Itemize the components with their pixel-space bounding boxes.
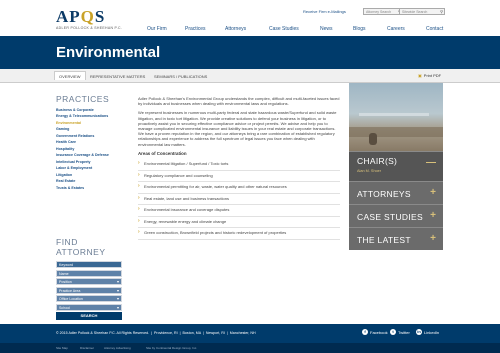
sidebar-item-trusts[interactable]: Trusts & Estates — [56, 186, 122, 190]
latest-panel[interactable]: THE LATEST + — [349, 227, 443, 250]
list-item: Green construction, Brownfield projects … — [138, 228, 340, 240]
sidebar-item-hospitality[interactable]: Hospitality — [56, 147, 122, 151]
list-item: Environmental insurance and coverage dis… — [138, 205, 340, 217]
list-item: Energy, renewable energy and climate cha… — [138, 217, 340, 229]
hero-photo — [349, 83, 443, 151]
position-select[interactable]: Position ▾ — [56, 278, 122, 285]
attorney-search-input[interactable]: Attorney Search⚲ — [363, 8, 403, 15]
print-pdf-button[interactable]: ▣ Print PDF — [418, 73, 441, 78]
receive-emails-link[interactable]: Receive Firm e-Mailings — [303, 9, 346, 14]
office-link[interactable]: Manchester, NH — [230, 331, 256, 335]
nav-blogs[interactable]: Blogs — [353, 26, 366, 32]
practices-sidebar: PRACTICES Business & Corporate Energy & … — [56, 94, 122, 192]
facebook-link[interactable]: f Facebook — [362, 329, 388, 335]
linkedin-icon: in — [416, 329, 422, 335]
nav-careers[interactable]: Careers — [387, 26, 405, 32]
practices-heading: PRACTICES — [56, 94, 110, 104]
site-credit-link[interactable]: Site by Continental Design Group, Inc. — [146, 346, 197, 350]
office-link[interactable]: Boston, MA — [183, 331, 201, 335]
chairs-title: CHAIR(S) — [357, 156, 398, 166]
areas-list: Environmental litigation / Superfund / T… — [138, 159, 340, 240]
find-attorney: FIND ATTORNEY Keyword Name Position ▾ Pra… — [56, 237, 122, 320]
list-item: Environmental permitting for air, waste,… — [138, 182, 340, 194]
tab-overview[interactable]: OVERVIEW — [54, 71, 86, 80]
chevron-down-icon: ▾ — [116, 304, 119, 310]
site-search-input[interactable]: Sitewide Search ⚲ — [399, 8, 445, 15]
nav-attorneys[interactable]: Attorneys — [225, 26, 246, 32]
twitter-link[interactable]: t Twitter — [390, 329, 410, 335]
header: APQS ADLER POLLOCK & SHEEHAN P.C. Receiv… — [0, 0, 500, 36]
sidebar-item-real-estate[interactable]: Real Estate — [56, 179, 122, 183]
plus-icon[interactable]: + — [430, 233, 436, 244]
nav-practices[interactable]: Practices — [185, 26, 206, 32]
chevron-down-icon: ▾ — [116, 296, 119, 301]
linkedin-link[interactable]: in LinkedIn — [416, 329, 439, 335]
school-select[interactable]: School ▾ — [56, 303, 122, 311]
sidebar-item-ip[interactable]: Intellectual Property — [56, 160, 122, 164]
main-nav: Our Firm Practices Attorneys Case Studie… — [147, 26, 447, 34]
minus-icon[interactable]: — — [426, 157, 436, 168]
disclaimer-link[interactable]: Disclaimer — [80, 346, 94, 350]
tab-representative-matters[interactable]: REPRESENTATIVE MATTERS — [86, 72, 149, 81]
nav-case-studies[interactable]: Case Studies — [269, 26, 299, 32]
latest-title: THE LATEST — [357, 235, 411, 245]
sidebar-item-health-care[interactable]: Health Care — [56, 140, 122, 144]
office-location-select[interactable]: Office Location ▾ — [56, 295, 122, 302]
chair-name-link[interactable]: Alan M. Shoer — [357, 169, 381, 173]
logo-subtitle: ADLER POLLOCK & SHEEHAN P.C. — [56, 26, 123, 30]
intro-paragraph: Adler Pollock & Sheehan's Environmental … — [138, 96, 340, 107]
logo[interactable]: APQS ADLER POLLOCK & SHEEHAN P.C. — [56, 8, 122, 30]
nav-news[interactable]: News — [320, 26, 333, 32]
sidebar-item-gaming[interactable]: Gaming — [56, 127, 122, 131]
copyright: © 2015 Adler Pollock & Sheehan P.C. All … — [56, 331, 150, 335]
sidebar-item-government[interactable]: Government Relations — [56, 134, 122, 138]
chairs-panel[interactable]: CHAIR(S) Alan M. Shoer — — [349, 151, 443, 181]
list-item: Real estate, land use and business trans… — [138, 194, 340, 206]
attorneys-title: ATTORNEYS — [357, 189, 411, 199]
page-title: Environmental — [56, 44, 161, 61]
plus-icon[interactable]: + — [430, 187, 436, 198]
subnav: OVERVIEW REPRESENTATIVE MATTERS SEMINARS… — [0, 69, 500, 83]
nav-our-firm[interactable]: Our Firm — [147, 26, 167, 32]
chevron-down-icon: ▾ — [116, 287, 119, 293]
sidebar-item-insurance[interactable]: Insurance Coverage & Defense — [56, 153, 122, 157]
find-attorney-heading: FIND ATTORNEY — [56, 237, 106, 257]
chevron-down-icon: ▾ — [116, 279, 119, 284]
attorneys-panel[interactable]: ATTORNEYS + — [349, 181, 443, 204]
case-studies-title: CASE STUDIES — [357, 212, 423, 222]
case-studies-panel[interactable]: CASE STUDIES + — [349, 204, 443, 227]
sidebar-item-labor[interactable]: Labor & Employment — [56, 166, 122, 170]
print-icon: ▣ — [418, 73, 422, 78]
search-button[interactable]: SEARCH — [56, 312, 122, 320]
list-item: Environmental litigation / Superfund / T… — [138, 159, 340, 171]
logo-mark: APQS — [56, 7, 106, 26]
tab-seminars-publications[interactable]: SEMINARS / PUBLICATIONS — [150, 72, 211, 81]
page-banner: Environmental — [0, 36, 500, 69]
footer-links: Site Map Disclaimer Attorney Advertising… — [0, 343, 500, 353]
search-icon: ⚲ — [440, 9, 443, 14]
footer: © 2015 Adler Pollock & Sheehan P.C. All … — [0, 324, 500, 353]
footer-info: © 2015 Adler Pollock & Sheehan P.C. All … — [56, 331, 256, 335]
sidebar-item-litigation[interactable]: Litigation — [56, 173, 122, 177]
areas-heading: Areas of Concentration — [138, 150, 187, 156]
facebook-icon: f — [362, 329, 368, 335]
sidebar-item-energy[interactable]: Energy & Telecommunications — [56, 114, 122, 118]
main-content: Adler Pollock & Sheehan's Environmental … — [138, 96, 340, 240]
attorney-advertising-link[interactable]: Attorney Advertising — [104, 346, 131, 350]
sidebar-item-business[interactable]: Business & Corporate — [56, 108, 122, 112]
body-paragraph: We represent businesses in numerous mult… — [138, 110, 337, 147]
office-link[interactable]: Providence, RI — [154, 331, 178, 335]
right-column: CHAIR(S) Alan M. Shoer — ATTORNEYS + CAS… — [349, 83, 443, 250]
practice-area-select[interactable]: Practice Area ▾ — [56, 286, 122, 294]
sidebar-item-environmental[interactable]: Environmental — [56, 121, 122, 125]
sitemap-link[interactable]: Site Map — [56, 346, 68, 350]
plus-icon[interactable]: + — [430, 210, 436, 221]
name-input[interactable]: Name — [56, 269, 122, 277]
keyword-input[interactable]: Keyword — [56, 261, 122, 268]
nav-contact[interactable]: Contact — [426, 26, 443, 32]
list-item: Regulatory compliance and counseling — [138, 171, 340, 183]
office-link[interactable]: Newport, RI — [206, 331, 225, 335]
twitter-icon: t — [390, 329, 396, 335]
